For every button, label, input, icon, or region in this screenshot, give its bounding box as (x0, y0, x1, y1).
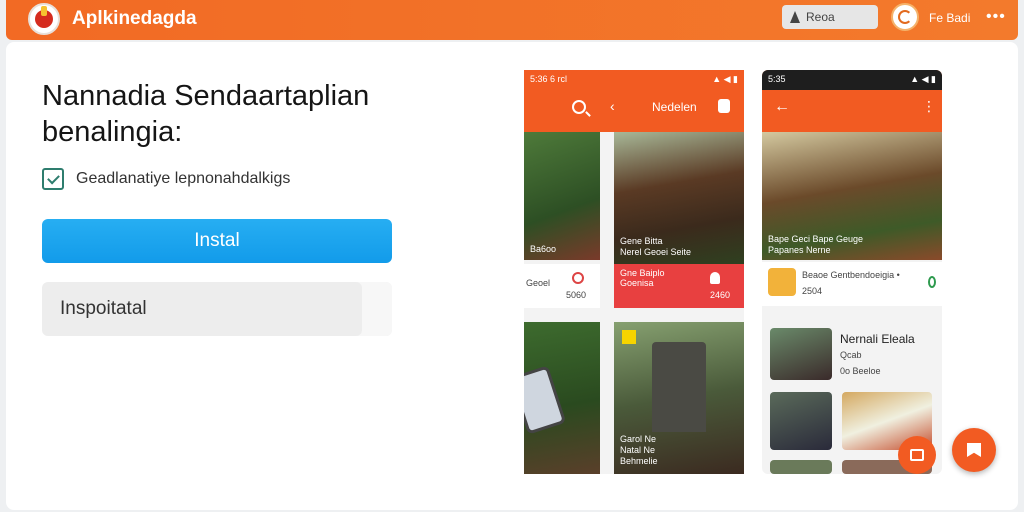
tile-village[interactable]: Bape Geci Bape Geuge Papanes Nerne (762, 132, 942, 260)
list-item-sub: 0o Beeloe (840, 366, 881, 376)
tile-hand-phone[interactable] (524, 322, 600, 474)
phone2-statusbar: 5:35 ▲ ◀ ▮ (762, 70, 942, 90)
phone1-statusbar: 5:36 6 rcl ▲ ◀ ▮ (524, 70, 744, 90)
search-label: Reoa (806, 10, 835, 24)
phone1-nav: ‹ Nedelen (524, 92, 744, 128)
meta-left: Geoel (526, 278, 551, 288)
install-button[interactable]: Instal (42, 219, 392, 263)
search-icon[interactable] (572, 100, 586, 114)
app-logo[interactable] (28, 3, 60, 35)
tile-caption: Garol Ne Natal Ne Behmelie (620, 434, 658, 466)
phone2-status-left: 5:35 (768, 74, 786, 84)
user-label[interactable]: Fe Badi (929, 11, 970, 25)
app-title: Aplkinedagda (72, 8, 197, 29)
bookmark-icon[interactable] (718, 99, 730, 113)
meta-card-red: Gne Baiplo Goenisa 2460 (614, 264, 744, 308)
status-icon (928, 276, 936, 288)
phone-mockup-left: 5:36 6 rcl ▲ ◀ ▮ ‹ Nedelen Ba6oo Gene Bi… (524, 70, 744, 474)
tile-caption: Ba6oo (530, 244, 557, 254)
meta-right: 5060 (566, 290, 587, 300)
logo-mark-icon (35, 6, 53, 28)
app-header: Aplkinedagda Reoa Fe Badi ••• (6, 0, 1018, 40)
meta-card: Geoel 5060 (524, 264, 600, 308)
edit-icon (910, 449, 924, 461)
secondary-button[interactable]: Inspoitatal (42, 282, 392, 336)
thumb-family[interactable] (770, 328, 832, 380)
phone1-status-right: ▲ ◀ ▮ (712, 74, 738, 84)
kebab-menu-icon[interactable]: ⋮ (922, 98, 936, 115)
chevron-left-icon[interactable]: ‹ (610, 98, 615, 114)
thumb-child[interactable] (770, 392, 832, 450)
list-item-title: Nernali Eleala (840, 332, 915, 346)
list-item-sub: Qcab (840, 350, 862, 360)
tile-stone-monument[interactable]: Garol Ne Natal Ne Behmelie (614, 322, 744, 474)
fab-bookmark[interactable] (952, 428, 996, 472)
tile-caption: Gene Bitta Nerel Geoei Seite (620, 236, 692, 257)
phone2-status-right: ▲ ◀ ▮ (910, 74, 936, 84)
list-item-title: Beaoe Gentbendoeigia • (802, 270, 900, 280)
search-pill[interactable]: Reoa (782, 5, 878, 29)
list-item-sub: 2504 (802, 286, 823, 296)
phone1-nav-title: Nedelen (652, 100, 697, 114)
tile-traditional-house[interactable]: Gene Bitta Nerel Geoei Seite (614, 132, 744, 264)
user-icon (710, 272, 720, 284)
arrow-left-icon[interactable]: ← (774, 98, 790, 116)
monument-shape (652, 342, 706, 432)
location-icon (572, 272, 584, 284)
meta-right: 2460 (710, 290, 731, 300)
check-icon[interactable] (42, 168, 64, 190)
tile-overlay: Ba6oo (524, 132, 600, 260)
tile-caption: Bape Geci Bape Geuge Papanes Nerne (768, 234, 864, 255)
hero-headline: Nannadia Sendaartaplian benalingia: (42, 80, 370, 148)
bookmark-icon (967, 443, 981, 457)
phone-mockup-right: 5:35 ▲ ◀ ▮ ← ⋮ Bape Geci Bape Geuge Papa… (762, 70, 942, 474)
feature-text: Geadlanatiye lepnonahdalkigs (76, 170, 291, 187)
phone-icon (524, 365, 567, 435)
badge-icon (622, 330, 636, 344)
meta-left: Gne Baiplo Goenisa (620, 268, 665, 288)
pin-icon (790, 11, 800, 23)
avatar (768, 268, 796, 296)
list-item[interactable]: Beaoe Gentbendoeigia • 2504 (762, 262, 942, 306)
more-menu-icon[interactable]: ••• (986, 8, 1006, 26)
refresh-icon[interactable] (891, 3, 919, 31)
feature-row: Geadlanatiye lepnonahdalkigs (42, 168, 290, 190)
thumb-more[interactable] (770, 460, 832, 474)
phone1-status-left: 5:36 6 rcl (530, 74, 568, 84)
fab-edit[interactable] (898, 436, 936, 474)
